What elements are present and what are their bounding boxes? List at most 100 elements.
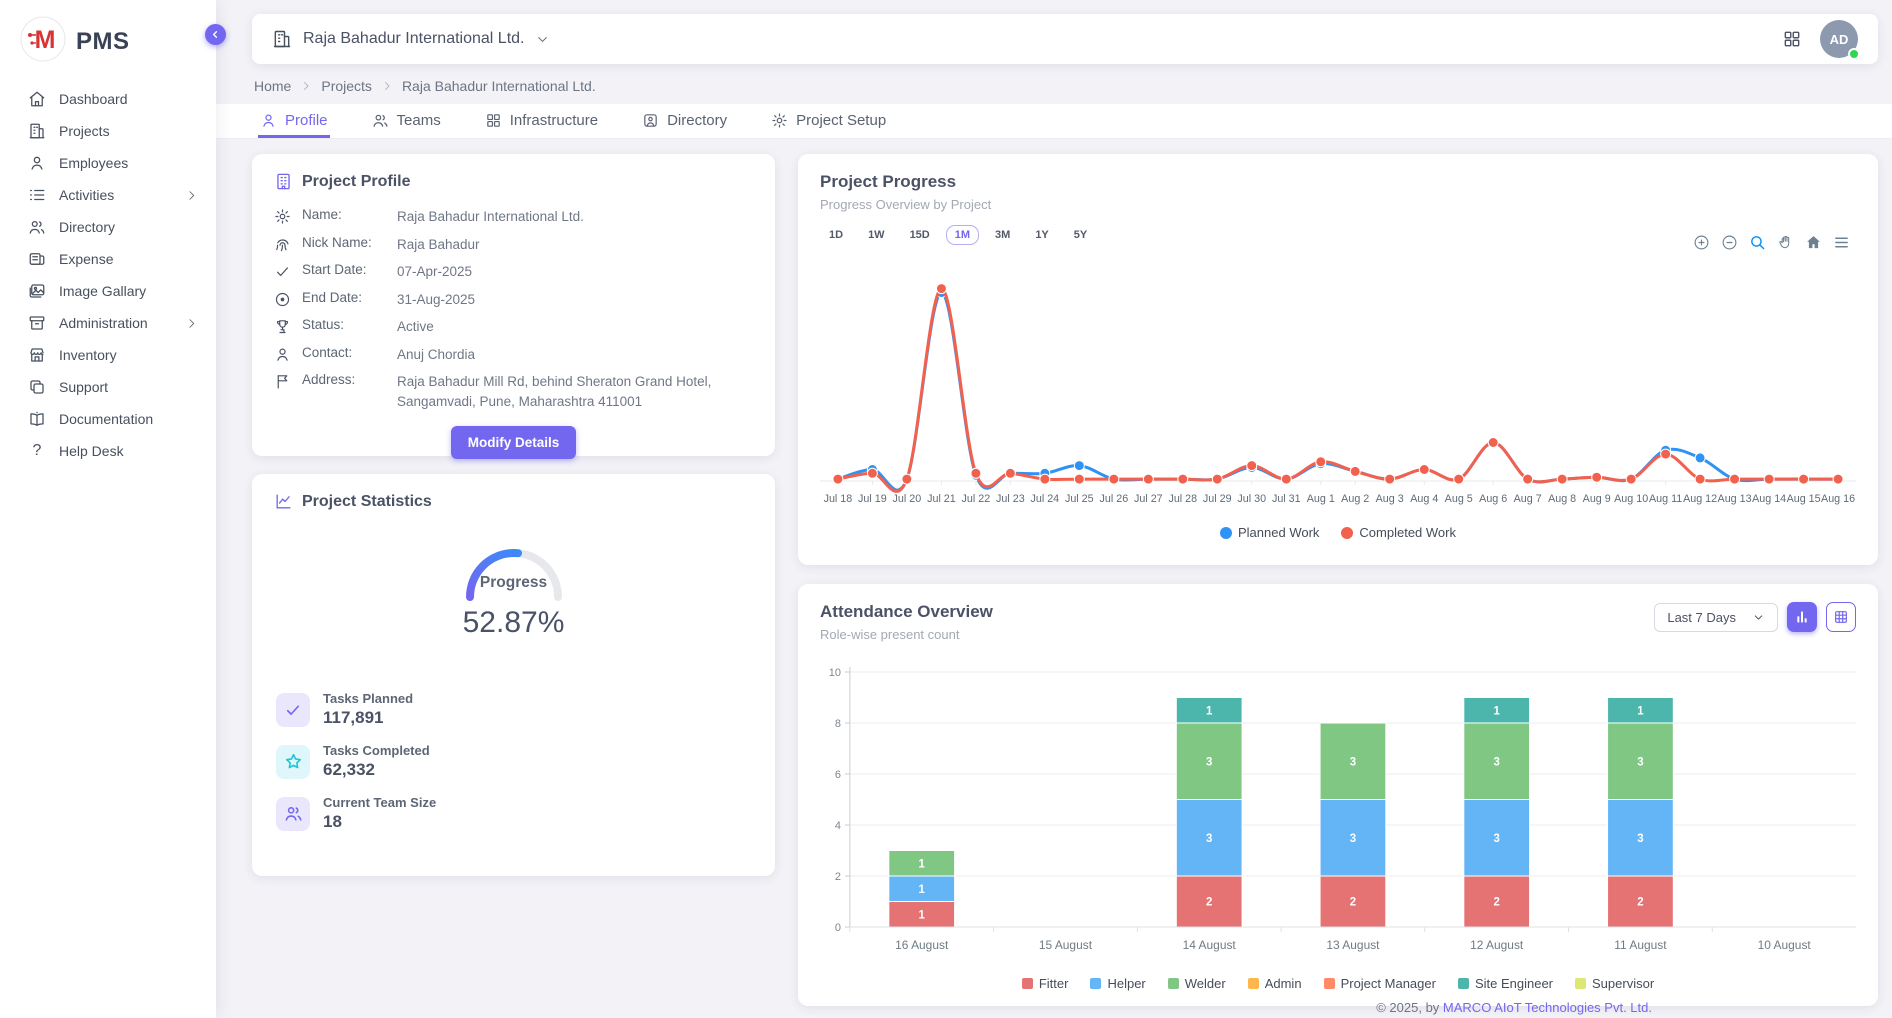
legend-item-site-engineer[interactable]: Site Engineer (1458, 976, 1553, 991)
image-icon (28, 282, 46, 300)
sidebar-collapse-button[interactable] (205, 24, 226, 45)
svg-text:14 August: 14 August (1183, 938, 1237, 952)
svg-text:Aug 13: Aug 13 (1718, 493, 1752, 505)
company-switcher[interactable]: Raja Bahadur International Ltd. (272, 29, 550, 49)
legend-item-supervisor[interactable]: Supervisor (1575, 976, 1654, 991)
legend-item-admin[interactable]: Admin (1248, 976, 1302, 991)
range-button-1D[interactable]: 1D (820, 225, 852, 245)
sidebar-item-help-desk[interactable]: ? Help Desk (0, 435, 216, 467)
apps-grid-icon[interactable] (1782, 29, 1802, 49)
footer-company-link[interactable]: MARCO AIoT Technologies Pvt. Ltd. (1443, 1000, 1652, 1015)
sidebar-item-label: Administration (59, 315, 148, 331)
svg-text:Aug 4: Aug 4 (1410, 493, 1438, 505)
sidebar-item-dashboard[interactable]: Dashboard (0, 83, 216, 115)
profile-field-address: Address: Raja Bahadur Mill Rd, behind Sh… (274, 372, 753, 411)
modify-details-button[interactable]: Modify Details (451, 426, 577, 459)
tab-infrastructure[interactable]: Infrastructure (483, 112, 600, 138)
sidebar-item-image-gallery[interactable]: Image Gallary (0, 275, 216, 307)
grid-icon (485, 112, 502, 129)
bar-view-button[interactable] (1787, 602, 1817, 632)
legend-marker (1248, 978, 1259, 989)
stat-label: Tasks Planned (323, 691, 413, 706)
tab-label: Infrastructure (510, 112, 598, 129)
menu-icon[interactable] (1833, 234, 1850, 251)
chevron-right-icon (381, 80, 393, 92)
sidebar-item-label: Documentation (59, 411, 153, 427)
chevron-down-icon (535, 32, 550, 47)
field-value: Active (397, 317, 753, 337)
range-button-15D[interactable]: 15D (901, 225, 939, 245)
list-icon (28, 186, 46, 204)
selection-zoom-icon[interactable] (1749, 234, 1766, 251)
sidebar-item-label: Inventory (59, 347, 117, 363)
breadcrumb-projects[interactable]: Projects (321, 78, 372, 94)
legend-item-completed-work[interactable]: Completed Work (1341, 525, 1456, 540)
stat-value: 117,891 (323, 708, 413, 728)
tab-teams[interactable]: Teams (370, 112, 443, 138)
sidebar-item-projects[interactable]: Projects (0, 115, 216, 147)
zoom-out-icon[interactable] (1721, 234, 1738, 251)
sidebar-item-expense[interactable]: Expense (0, 243, 216, 275)
range-button-5Y[interactable]: 5Y (1065, 225, 1096, 245)
user-avatar[interactable]: AD (1820, 20, 1858, 58)
svg-text:10: 10 (829, 667, 841, 679)
svg-text:3: 3 (1206, 833, 1212, 845)
field-value: 07-Apr-2025 (397, 262, 753, 282)
user-icon (274, 346, 291, 363)
tab-project-setup[interactable]: Project Setup (769, 112, 888, 138)
check-icon (274, 263, 291, 280)
attendance-chart[interactable]: 024681011116 August15 August233114 Augus… (820, 662, 1856, 974)
user-icon (260, 112, 277, 129)
svg-text:Jul 29: Jul 29 (1203, 493, 1232, 505)
range-button-1W[interactable]: 1W (859, 225, 894, 245)
table-view-button[interactable] (1826, 602, 1856, 632)
profile-field-end-date: End Date: 31-Aug-2025 (274, 290, 753, 310)
svg-text:Jul 18: Jul 18 (824, 493, 853, 505)
range-button-3M[interactable]: 3M (986, 225, 1019, 245)
svg-text:2: 2 (1206, 896, 1212, 908)
svg-text:Aug 3: Aug 3 (1376, 493, 1404, 505)
footer: © 2025, by MARCO AIoT Technologies Pvt. … (1376, 1000, 1652, 1015)
legend-marker (1220, 527, 1232, 539)
contact-card-icon (642, 112, 659, 129)
legend-label: Supervisor (1592, 976, 1654, 991)
project-progress-card: Project Progress Progress Overview by Pr… (798, 154, 1878, 565)
sidebar-item-administration[interactable]: Administration (0, 307, 216, 339)
range-button-1M[interactable]: 1M (946, 225, 979, 245)
sidebar-item-documentation[interactable]: Documentation (0, 403, 216, 435)
sidebar-item-support[interactable]: Support (0, 371, 216, 403)
legend-item-helper[interactable]: Helper (1090, 976, 1145, 991)
tab-profile[interactable]: Profile (258, 112, 330, 138)
svg-text:3: 3 (1637, 756, 1643, 768)
svg-text:Aug 14: Aug 14 (1752, 493, 1786, 505)
sidebar-item-directory[interactable]: Directory (0, 211, 216, 243)
project-progress-chart[interactable]: Jul 18Jul 19Jul 20Jul 21Jul 22Jul 23Jul … (820, 269, 1856, 519)
legend-item-welder[interactable]: Welder (1168, 976, 1226, 991)
breadcrumb-home[interactable]: Home (254, 78, 291, 94)
legend-item-project-manager[interactable]: Project Manager (1324, 976, 1436, 991)
stat-team-size: Current Team Size18 (276, 795, 753, 832)
windows-icon (28, 378, 46, 396)
stat-label: Current Team Size (323, 795, 436, 810)
home-reset-icon[interactable] (1805, 234, 1822, 251)
field-label: Nick Name: (302, 235, 386, 250)
legend-item-planned-work[interactable]: Planned Work (1220, 525, 1319, 540)
content: Project Profile Name: Raja Bahadur Inter… (216, 138, 1892, 1006)
pan-hand-icon[interactable] (1777, 234, 1794, 251)
app-name: PMS (76, 28, 130, 56)
svg-text:10 August: 10 August (1758, 938, 1812, 952)
date-range-select[interactable]: Last 7 Days (1654, 603, 1778, 632)
svg-text:Aug 6: Aug 6 (1479, 493, 1507, 505)
sidebar-item-activities[interactable]: Activities (0, 179, 216, 211)
legend-item-fitter[interactable]: Fitter (1022, 976, 1069, 991)
range-button-1Y[interactable]: 1Y (1026, 225, 1057, 245)
svg-text:2: 2 (835, 871, 841, 883)
zoom-in-icon[interactable] (1693, 234, 1710, 251)
profile-field-contact: Contact: Anuj Chordia (274, 345, 753, 365)
sidebar-item-inventory[interactable]: Inventory (0, 339, 216, 371)
online-status-dot (1848, 48, 1860, 60)
bar-chart-legend: Fitter Helper Welder Admin Project Manager Si… (820, 976, 1856, 991)
sidebar-item-employees[interactable]: Employees (0, 147, 216, 179)
tab-directory[interactable]: Directory (640, 112, 729, 138)
app-logo[interactable]: M PMS (0, 10, 216, 79)
